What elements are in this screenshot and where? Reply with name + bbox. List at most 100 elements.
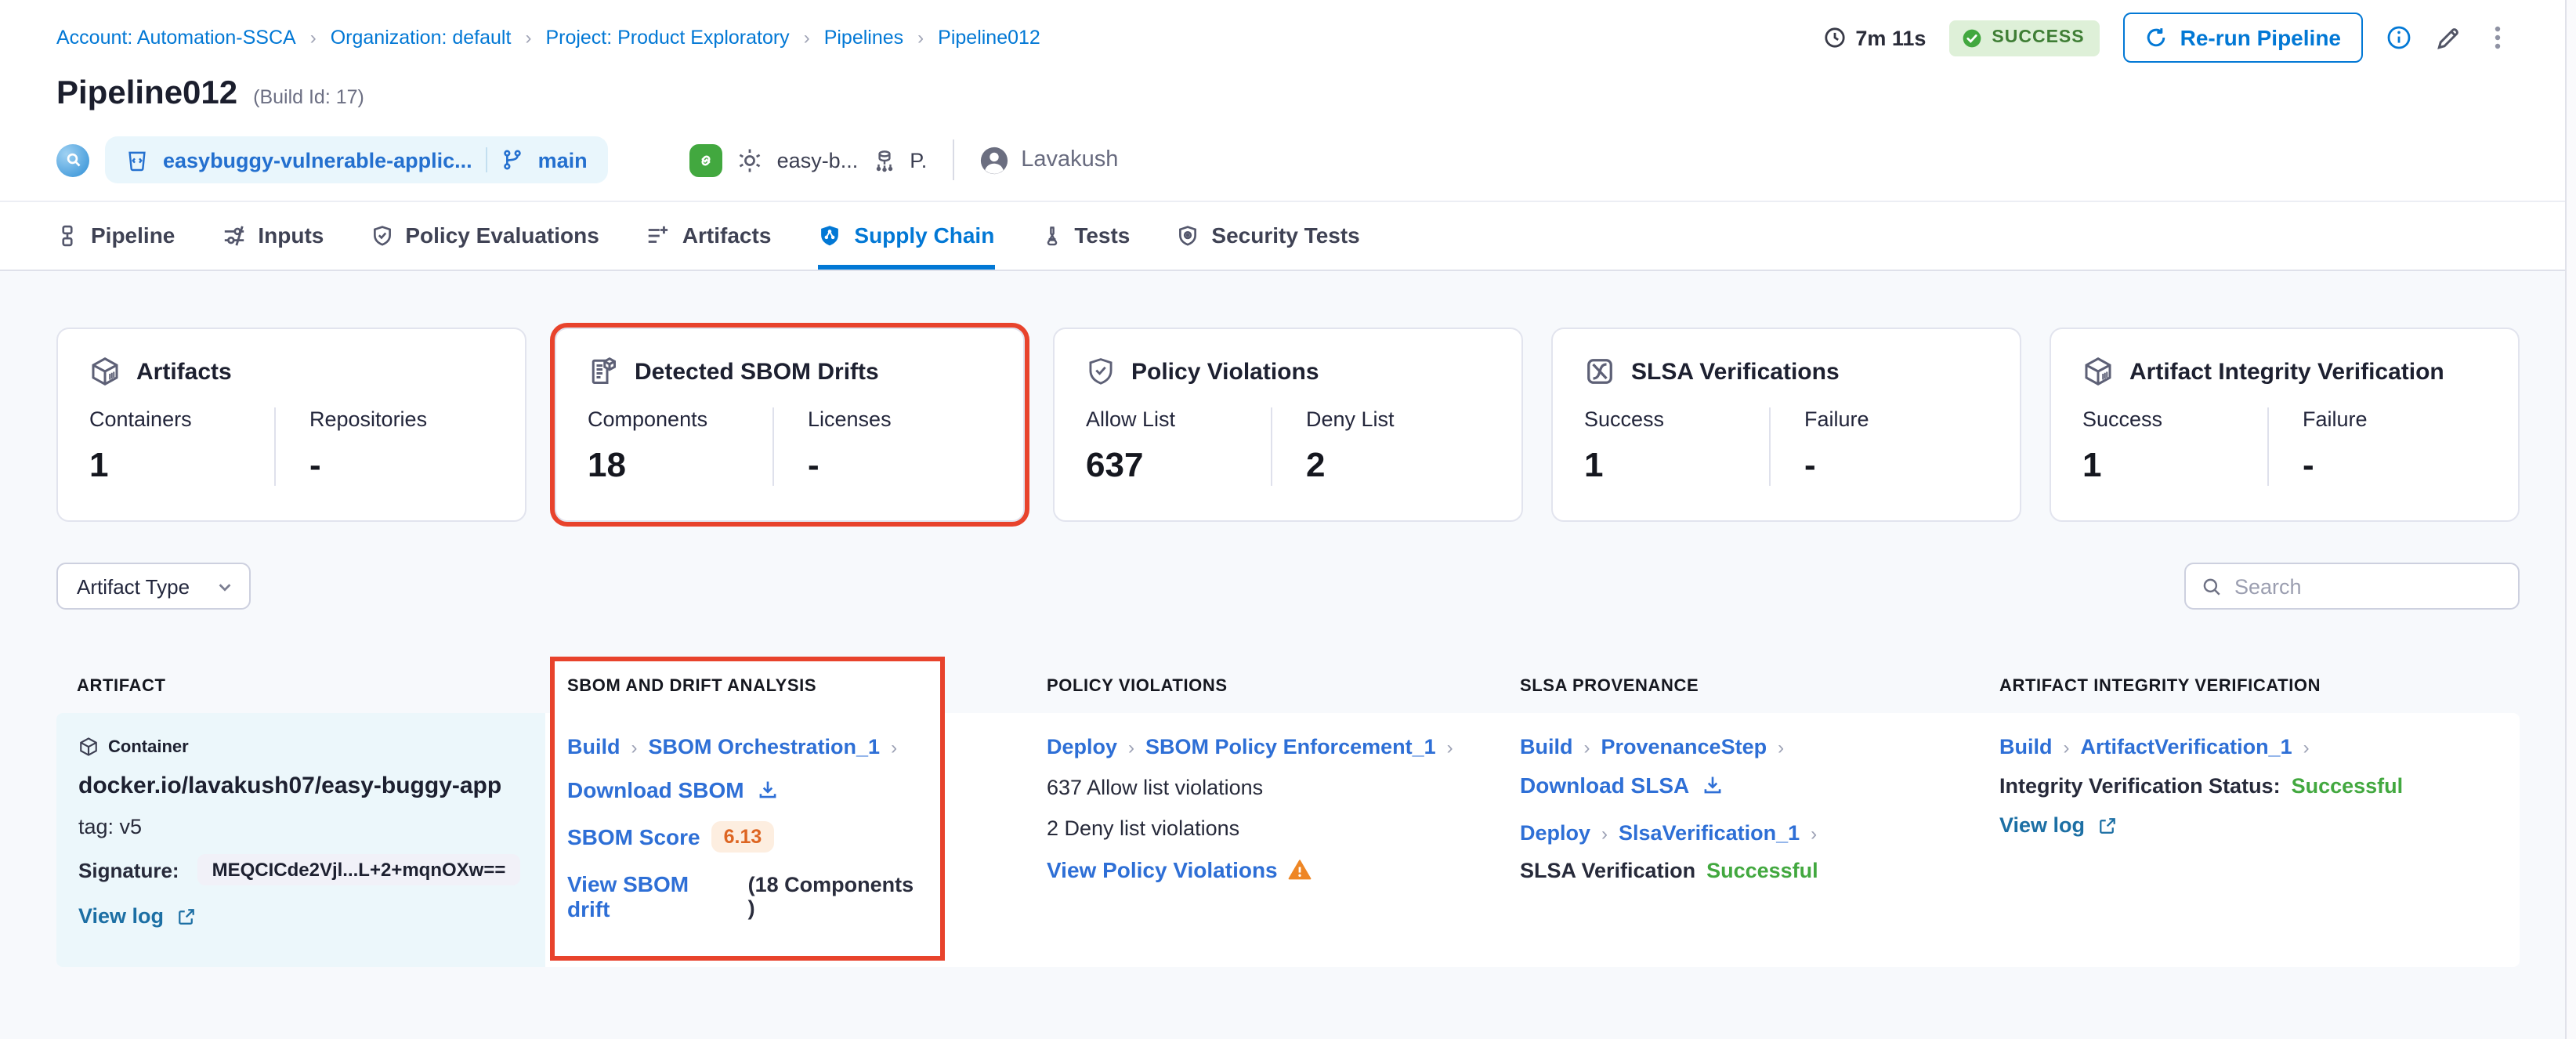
signature-row: Signature: MEQCICde2Vjl...L+2+mqnOXw== — [78, 854, 519, 885]
slsa-verification-status: Successful — [1706, 859, 1818, 882]
artifact-cell: Container docker.io/lavakush07/easy-bugg… — [56, 713, 545, 967]
breadcrumb-organization[interactable]: Organization: default — [331, 27, 512, 49]
sbom-score-link[interactable]: SBOM Score — [567, 824, 700, 849]
title-row: Pipeline012 (Build Id: 17) — [0, 75, 2576, 122]
tab-tests[interactable]: Tests — [1041, 202, 1130, 270]
search-box — [2184, 563, 2520, 610]
pipeline-meta-row: easybuggy-vulnerable-applic... main easy… — [0, 136, 2576, 183]
tab-pipeline[interactable]: Pipeline — [56, 202, 175, 270]
breadcrumb-separator: › — [917, 27, 924, 49]
sbom-document-icon — [588, 356, 619, 387]
stat-aiv-failure: Failure - — [2267, 407, 2487, 486]
card-slsa-verifications: SLSA Verifications Success 1 Failure - — [1551, 328, 2021, 522]
chevron-right-icon: › — [1778, 736, 1784, 758]
view-log-link[interactable]: View log — [78, 904, 195, 928]
stat-slsa-success: Success 1 — [1584, 407, 1768, 486]
tab-inputs[interactable]: Inputs — [222, 202, 324, 270]
breadcrumb-pipeline012[interactable]: Pipeline012 — [938, 27, 1040, 49]
status-badge-text: SUCCESS — [1992, 28, 2084, 47]
cube-icon — [2082, 356, 2114, 387]
security-shield-icon — [1177, 223, 1199, 247]
chevron-right-icon: › — [1811, 822, 1817, 844]
supply-chain-page: Account: Automation-SSCA › Organization:… — [0, 0, 2576, 1039]
step-link[interactable]: ProvenanceStep — [1601, 735, 1767, 758]
drift-components-note: (18 Components ) — [748, 873, 926, 920]
search-input[interactable] — [2234, 574, 2512, 598]
refresh-icon — [2146, 27, 2168, 49]
breadcrumb-account[interactable]: Account: Automation-SSCA — [56, 27, 296, 49]
breadcrumb-project[interactable]: Project: Product Exploratory — [545, 27, 789, 49]
tab-label: Inputs — [258, 223, 324, 248]
breadcrumb-separator: › — [804, 27, 810, 49]
deny-list-violations-text: 2 Deny list violations — [1047, 816, 1239, 840]
stage-link[interactable]: Deploy — [1047, 735, 1117, 758]
search-icon — [2202, 576, 2222, 596]
infrastructure-icon — [872, 148, 895, 172]
chevron-right-icon: › — [891, 736, 897, 758]
stat-repositories: Repositories - — [273, 407, 494, 486]
chevron-right-icon: › — [1447, 736, 1453, 758]
codebase-icon — [56, 143, 89, 176]
summary-cards: Artifacts Containers 1 Repositories - — [56, 328, 2520, 522]
kebab-menu-icon[interactable] — [2485, 24, 2510, 52]
view-policy-violations-link[interactable]: View Policy Violations — [1047, 857, 1278, 882]
stat-slsa-failure: Failure - — [1768, 407, 1988, 486]
breadcrumb: Account: Automation-SSCA › Organization:… — [56, 27, 1040, 49]
card-title: Artifact Integrity Verification — [2129, 358, 2444, 385]
stat-aiv-success: Success 1 — [2082, 407, 2267, 486]
step-link[interactable]: SBOM Orchestration_1 — [649, 735, 881, 758]
trigger-short: P. — [910, 148, 927, 172]
column-header-artifact: ARTIFACT — [56, 677, 545, 696]
stat-deny-list: Deny List 2 — [1270, 407, 1490, 486]
rerun-pipeline-label: Re-run Pipeline — [2180, 25, 2341, 50]
stage-link[interactable]: Deploy — [1520, 821, 1590, 845]
tab-label: Tests — [1074, 223, 1130, 248]
download-icon — [1702, 774, 1724, 796]
stat-allow-list: Allow List 637 — [1086, 407, 1270, 486]
stage-link[interactable]: Build — [567, 735, 620, 758]
card-title: Detected SBOM Drifts — [635, 358, 879, 385]
top-actions: 7m 11s SUCCESS Re-run Pipeline — [1824, 13, 2510, 63]
edit-pencil-icon[interactable] — [2435, 24, 2462, 51]
chevron-right-icon: › — [2064, 736, 2070, 758]
tab-security-tests[interactable]: Security Tests — [1177, 202, 1359, 270]
tab-supply-chain[interactable]: Supply Chain — [818, 202, 994, 270]
tab-artifacts[interactable]: Artifacts — [646, 202, 772, 270]
branch-name-link[interactable]: main — [538, 148, 588, 172]
breadcrumb-pipelines[interactable]: Pipelines — [824, 27, 903, 49]
card-title: Policy Violations — [1131, 358, 1319, 385]
slsa-provenance-cell: Build › ProvenanceStep › Download SLSA D… — [1514, 713, 1993, 967]
column-header-sbom-drift-analysis: SBOM AND DRIFT ANALYSIS — [555, 660, 942, 713]
step-link[interactable]: ArtifactVerification_1 — [2081, 735, 2292, 758]
download-sbom-link[interactable]: Download SBOM — [567, 777, 779, 802]
artifact-type-dropdown[interactable]: Artifact Type — [56, 563, 251, 610]
step-link[interactable]: SlsaVerification_1 — [1619, 821, 1800, 845]
view-sbom-drift-link[interactable]: View SBOM drift — [567, 871, 737, 921]
stat-licenses: Licenses - — [772, 407, 992, 486]
download-slsa-link[interactable]: Download SLSA — [1520, 773, 1724, 798]
top-bar: Account: Automation-SSCA › Organization:… — [0, 0, 2576, 75]
column-header-slsa-provenance: SLSA PROVENANCE — [1514, 677, 1993, 696]
git-branch-icon — [502, 149, 524, 171]
warning-triangle-icon — [1289, 859, 1312, 881]
info-icon[interactable] — [2386, 25, 2411, 50]
page-title: Pipeline012 — [56, 75, 237, 113]
executed-by: Lavakush — [979, 145, 1118, 175]
stage-link[interactable]: Build — [1999, 735, 2053, 758]
stat-containers: Containers 1 — [89, 407, 273, 486]
shield-check-icon — [371, 223, 393, 247]
pill-divider — [487, 147, 488, 172]
signature-value: MEQCICde2Vjl...L+2+mqnOXw== — [198, 854, 520, 885]
view-log-link[interactable]: View log — [1999, 813, 2116, 837]
shield-check-icon — [1086, 356, 1116, 387]
chevron-down-icon — [216, 577, 233, 595]
stage-link[interactable]: Build — [1520, 735, 1573, 758]
rerun-pipeline-button[interactable]: Re-run Pipeline — [2124, 13, 2363, 63]
tab-policy-evaluations[interactable]: Policy Evaluations — [371, 202, 599, 270]
table-header-row: ARTIFACT SBOM AND DRIFT ANALYSIS POLICY … — [56, 660, 2520, 713]
step-link[interactable]: SBOM Policy Enforcement_1 — [1145, 735, 1436, 758]
integrity-step-breadcrumb: Build › ArtifactVerification_1 › — [1999, 735, 2310, 758]
vertical-scrollbar[interactable] — [2565, 0, 2576, 1039]
cube-icon — [78, 737, 99, 757]
repo-name-link[interactable]: easybuggy-vulnerable-applic... — [163, 148, 472, 172]
